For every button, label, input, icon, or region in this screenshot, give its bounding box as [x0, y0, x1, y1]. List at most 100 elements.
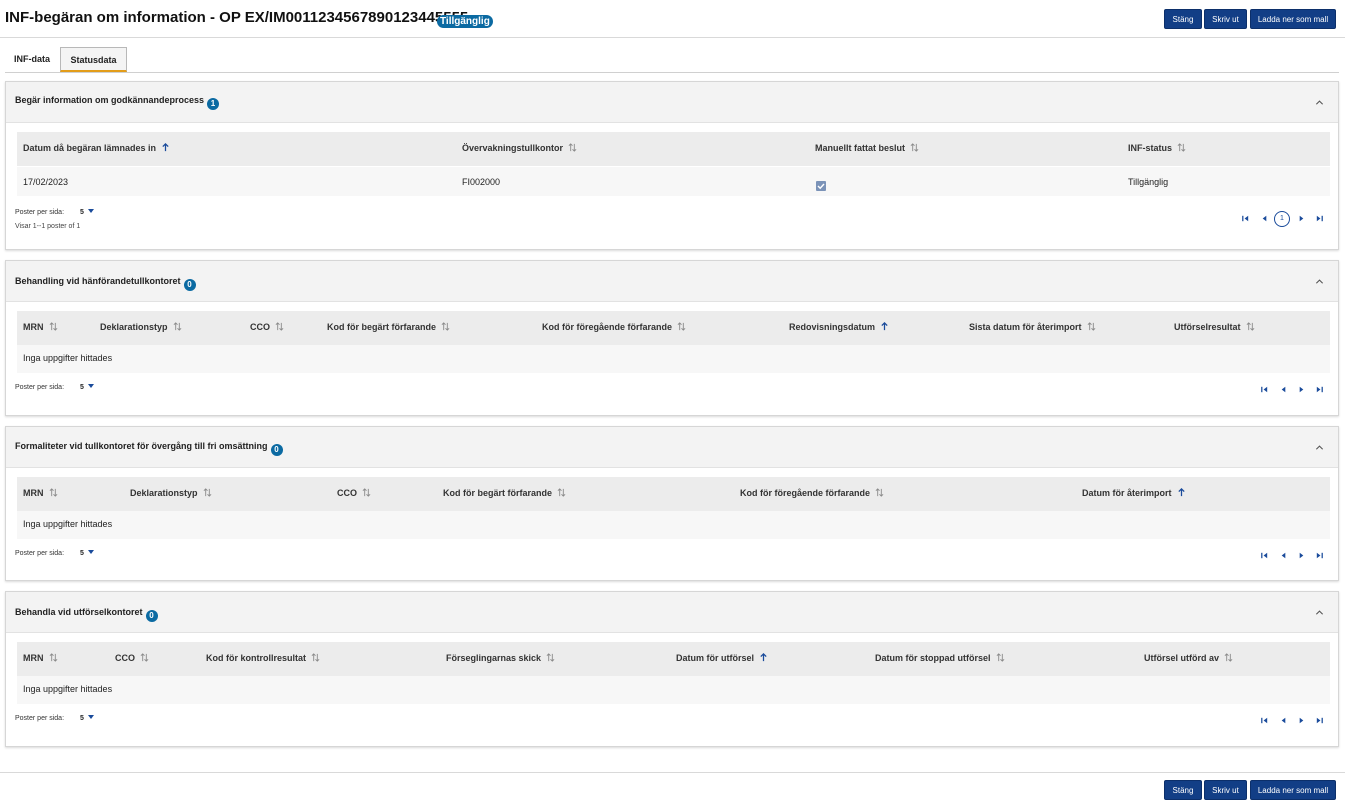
tab-status-data[interactable]: Statusdata — [60, 47, 127, 72]
next-page-icon[interactable] — [1297, 214, 1306, 223]
column-header[interactable]: MRN — [23, 653, 58, 663]
close-button[interactable]: Stäng — [1164, 9, 1202, 29]
sort-updown-icon[interactable] — [875, 488, 884, 497]
print-button[interactable]: Skriv ut — [1204, 780, 1247, 800]
showing-text: Visar 1--1 poster of 1 — [15, 223, 81, 230]
sort-updown-icon[interactable] — [49, 322, 58, 331]
count-badge: 0 — [183, 279, 196, 291]
section-title: Behandling vid hänförandetullkontoret 0 — [15, 276, 196, 291]
prev-page-icon[interactable] — [1279, 385, 1288, 394]
sort-asc-arrow-icon[interactable] — [161, 143, 170, 152]
sort-asc-arrow-icon[interactable] — [1177, 488, 1186, 497]
prev-page-icon[interactable] — [1279, 551, 1288, 560]
sort-updown-icon[interactable] — [275, 322, 284, 331]
column-header[interactable]: Datum för återimport — [1082, 488, 1186, 498]
sort-updown-icon[interactable] — [1177, 143, 1186, 152]
section-header[interactable]: Formaliteter vid tullkontoret för övergå… — [6, 427, 1338, 468]
chevron-up-icon[interactable] — [1315, 277, 1324, 286]
section-release-formalities: Formaliteter vid tullkontoret för övergå… — [5, 426, 1339, 581]
first-page-icon[interactable] — [1260, 716, 1269, 725]
download-template-button[interactable]: Ladda ner som mall — [1250, 9, 1336, 29]
column-header[interactable]: Manuellt fattat beslut — [815, 143, 919, 153]
per-page-select[interactable]: 5 — [80, 550, 94, 557]
column-header[interactable]: Datum för utförsel — [676, 653, 768, 663]
sort-updown-icon[interactable] — [568, 143, 577, 152]
sort-updown-icon[interactable] — [677, 322, 686, 331]
last-page-icon[interactable] — [1315, 385, 1324, 394]
prev-page-icon[interactable] — [1260, 214, 1269, 223]
sort-updown-icon[interactable] — [910, 143, 919, 152]
close-button[interactable]: Stäng — [1164, 780, 1202, 800]
per-page-select[interactable]: 5 — [80, 209, 94, 216]
sort-updown-icon[interactable] — [1246, 322, 1255, 331]
column-header[interactable]: Datum för stoppad utförsel — [875, 653, 1005, 663]
column-header[interactable]: Utförselresultat — [1174, 322, 1255, 332]
section-approval-process: Begär information om godkännandeprocess 1… — [5, 81, 1339, 250]
per-page-select[interactable]: 5 — [80, 384, 94, 391]
sort-updown-icon[interactable] — [173, 322, 182, 331]
column-header[interactable]: Kod för föregående förfarande — [740, 488, 884, 498]
download-template-button[interactable]: Ladda ner som mall — [1250, 780, 1336, 800]
column-header[interactable]: MRN — [23, 488, 58, 498]
sort-updown-icon[interactable] — [1087, 322, 1096, 331]
column-header[interactable]: Kod för begärt förfarande — [443, 488, 566, 498]
count-badge: 0 — [145, 610, 158, 622]
last-page-icon[interactable] — [1315, 716, 1324, 725]
section-header[interactable]: Behandling vid hänförandetullkontoret 0 — [6, 261, 1338, 302]
column-header[interactable]: Kod för kontrollresultat — [206, 653, 320, 663]
sort-updown-icon[interactable] — [996, 653, 1005, 662]
sort-updown-icon[interactable] — [203, 488, 212, 497]
sort-asc-arrow-icon[interactable] — [759, 653, 768, 662]
empty-message: Inga uppgifter hittades — [23, 353, 113, 363]
column-header[interactable]: Datum då begäran lämnades in — [23, 143, 170, 153]
print-button[interactable]: Skriv ut — [1204, 9, 1247, 29]
sort-updown-icon[interactable] — [49, 653, 58, 662]
column-header[interactable]: Deklarationstyp — [100, 322, 182, 332]
section-header[interactable]: Begär information om godkännandeprocess 1 — [6, 82, 1338, 123]
column-header[interactable]: Övervakningstullkontor — [462, 143, 577, 153]
column-header[interactable]: INF-status — [1128, 143, 1186, 153]
next-page-icon[interactable] — [1297, 716, 1306, 725]
next-page-icon[interactable] — [1297, 551, 1306, 560]
page-footer: Stäng Skriv ut Ladda ner som mall — [0, 772, 1345, 808]
sort-updown-icon[interactable] — [362, 488, 371, 497]
tab-inf-data[interactable]: INF-data — [14, 47, 59, 72]
per-page-select[interactable]: 5 — [80, 715, 94, 722]
chevron-up-icon[interactable] — [1315, 608, 1324, 617]
cell-office: FI002000 — [462, 177, 501, 187]
column-header[interactable]: Förseglingarnas skick — [446, 653, 555, 663]
first-page-icon[interactable] — [1260, 385, 1269, 394]
column-header[interactable]: MRN — [23, 322, 58, 332]
first-page-icon[interactable] — [1241, 214, 1250, 223]
per-page-label: Poster per sida: — [15, 209, 65, 216]
prev-page-icon[interactable] — [1279, 716, 1288, 725]
column-header[interactable]: Redovisningsdatum — [789, 322, 889, 332]
sort-updown-icon[interactable] — [441, 322, 450, 331]
per-page-label: Poster per sida: — [15, 384, 65, 391]
table-header: MRN Deklarationstyp CCO Kod för begärt f… — [17, 477, 1330, 511]
column-header[interactable]: CCO — [250, 322, 284, 332]
chevron-up-icon[interactable] — [1315, 98, 1324, 107]
first-page-icon[interactable] — [1260, 551, 1269, 560]
sort-updown-icon[interactable] — [557, 488, 566, 497]
page-number-button[interactable]: 1 — [1274, 211, 1290, 227]
section-header[interactable]: Behandla vid utförselkontoret 0 — [6, 592, 1338, 633]
chevron-up-icon[interactable] — [1315, 443, 1324, 452]
column-header[interactable]: Deklarationstyp — [130, 488, 212, 498]
column-header[interactable]: Utförsel utförd av — [1144, 653, 1233, 663]
last-page-icon[interactable] — [1315, 214, 1324, 223]
sort-asc-arrow-icon[interactable] — [880, 322, 889, 331]
sort-updown-icon[interactable] — [311, 653, 320, 662]
per-page-label: Poster per sida: — [15, 715, 65, 722]
sort-updown-icon[interactable] — [1224, 653, 1233, 662]
next-page-icon[interactable] — [1297, 385, 1306, 394]
sort-updown-icon[interactable] — [140, 653, 149, 662]
column-header[interactable]: Sista datum för återimport — [969, 322, 1096, 332]
column-header[interactable]: Kod för begärt förfarande — [327, 322, 450, 332]
column-header[interactable]: CCO — [115, 653, 149, 663]
last-page-icon[interactable] — [1315, 551, 1324, 560]
column-header[interactable]: CCO — [337, 488, 371, 498]
column-header[interactable]: Kod för föregående förfarande — [542, 322, 686, 332]
sort-updown-icon[interactable] — [546, 653, 555, 662]
sort-updown-icon[interactable] — [49, 488, 58, 497]
